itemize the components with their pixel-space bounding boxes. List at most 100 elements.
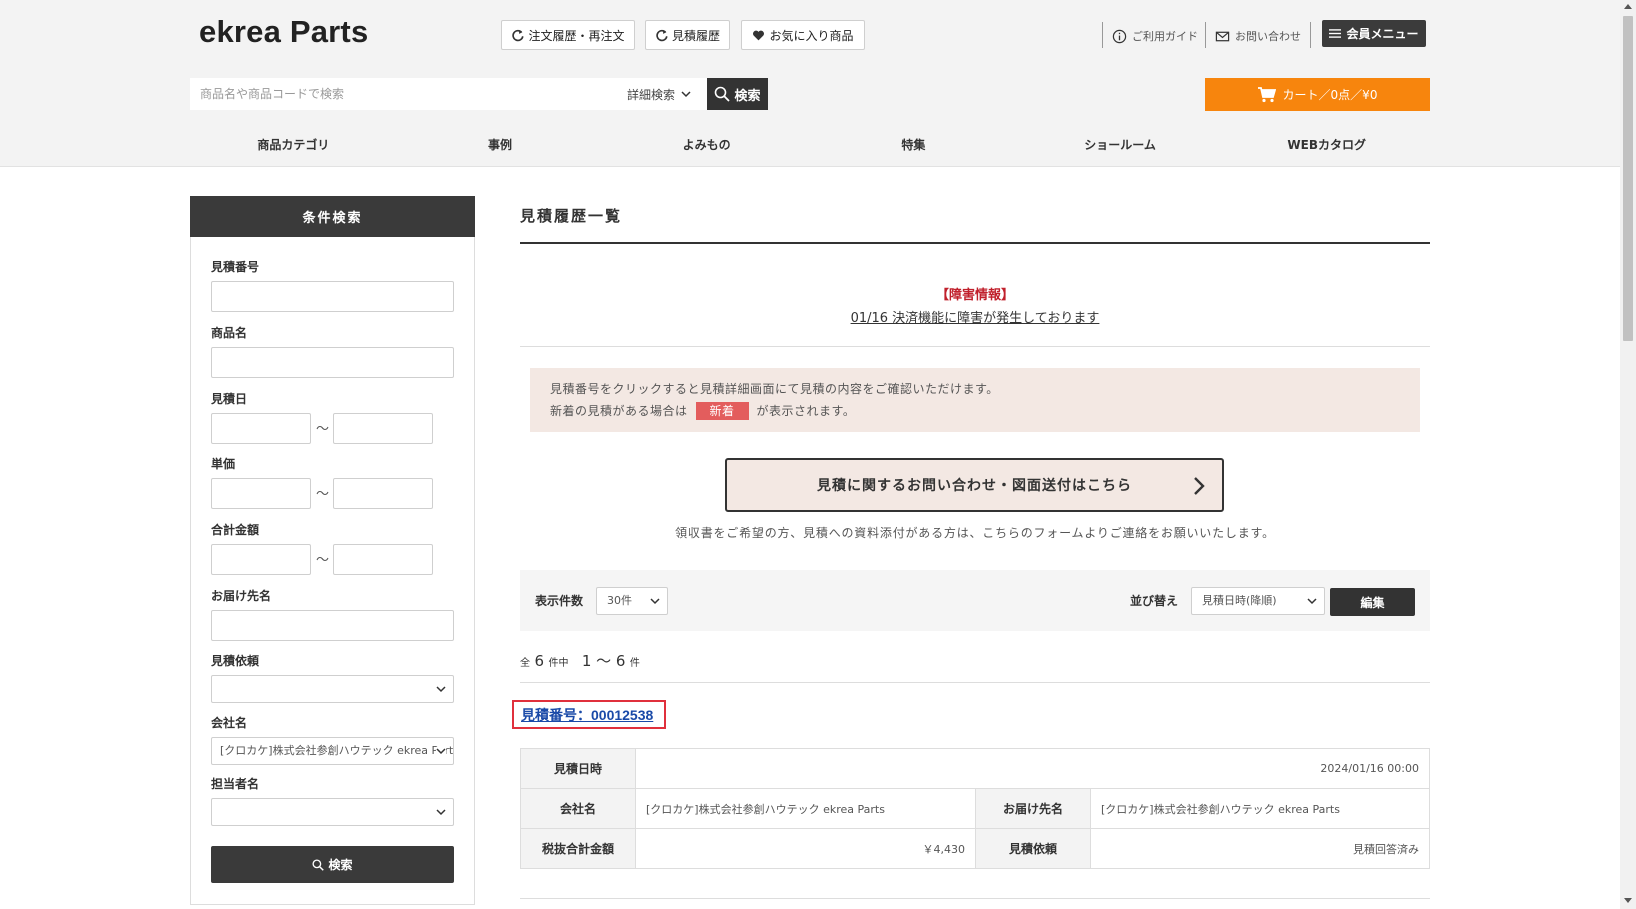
quote-history-button[interactable]: 見積履歴 xyxy=(645,20,730,50)
nav-item-cases[interactable]: 事例 xyxy=(397,130,604,160)
member-menu-label: 会員メニュー xyxy=(1346,27,1419,41)
refresh-icon xyxy=(656,29,668,41)
per-page-value: 30件 xyxy=(607,594,632,607)
guide-link[interactable]: ご利用ガイド xyxy=(1112,24,1198,48)
contact-note: 領収書をご希望の方、見積への資料添付がある方は、こちらのフォームよりご連絡をお願… xyxy=(675,526,1275,540)
count-range: 1 ～ 6 xyxy=(581,652,626,670)
order-history-label: 注文履歴・再注文 xyxy=(528,28,625,43)
chevron-down-icon xyxy=(436,686,446,693)
notice-line-2-post: が表示されます。 xyxy=(756,404,856,418)
nav-item-articles[interactable]: よみもの xyxy=(603,130,810,160)
contact-link[interactable]: お問い合わせ xyxy=(1215,24,1301,48)
favorites-button[interactable]: お気に入り商品 xyxy=(741,20,865,50)
nav-item-showroom[interactable]: ショールーム xyxy=(1017,130,1224,160)
quote-date-from-input[interactable] xyxy=(211,413,311,444)
sidebar-search-button[interactable]: 検索 xyxy=(211,846,454,883)
search-button[interactable]: 検索 xyxy=(707,78,768,110)
alert-link[interactable]: 01/16 決済機能に障害が発生しております xyxy=(520,307,1430,326)
site-header: ekrea Parts 注文履歴・再注文 見積履歴 お気に入り商品 ご利用ガイド… xyxy=(0,0,1620,167)
quote-table: 見積日時 2024/01/16 00:00 会社名 [クロカケ]株式会社参創ハウ… xyxy=(520,748,1430,869)
sidebar-search-label: 検索 xyxy=(328,858,353,872)
table-row: 見積日時 2024/01/16 00:00 xyxy=(520,748,1430,789)
cart-button[interactable]: カート／0点／¥0 xyxy=(1205,78,1430,111)
per-page-label: 表示件数 xyxy=(535,594,584,608)
member-menu-button[interactable]: 会員メニュー xyxy=(1322,20,1426,47)
cart-label: カート／0点／¥0 xyxy=(1282,88,1378,102)
delivery-header: お届け先名 xyxy=(975,788,1091,829)
person-name-label: 担当者名 xyxy=(211,777,260,791)
heart-icon xyxy=(753,30,765,40)
person-name-select[interactable] xyxy=(211,798,454,826)
company-name-label: 会社名 xyxy=(211,716,248,730)
range-tilde: ～ xyxy=(316,487,330,502)
edit-button[interactable]: 編集 xyxy=(1330,588,1415,616)
company-value: [クロカケ]株式会社参創ハウテック ekrea Parts xyxy=(635,788,976,829)
sidebar-title: 条件検索 xyxy=(190,196,475,237)
global-nav: 商品カテゴリ 事例 よみもの 特集 ショールーム WEBカタログ xyxy=(190,130,1430,160)
company-name-select[interactable]: [クロカケ]株式会社参創ハウテック ekrea Parts xyxy=(211,737,454,765)
nav-item-category[interactable]: 商品カテゴリ xyxy=(190,130,397,160)
divider xyxy=(520,682,1430,683)
cart-icon xyxy=(1257,86,1276,102)
total-amount-from-input[interactable] xyxy=(211,544,311,575)
title-divider xyxy=(520,242,1430,244)
search-icon xyxy=(312,858,325,871)
list-toolbar: 表示件数 30件 並び替え 見積日時(降順) 編集 xyxy=(520,570,1430,631)
quote-history-label: 見積履歴 xyxy=(671,28,720,43)
delivery-name-label: お届け先名 xyxy=(211,589,272,603)
product-name-input[interactable] xyxy=(211,347,454,378)
new-badge: 新着 xyxy=(695,402,749,420)
quote-date-to-input[interactable] xyxy=(333,413,433,444)
divider xyxy=(1102,22,1103,48)
subtotal-header: 税抜合計金額 xyxy=(520,828,636,869)
notice-line-2-pre: 新着の見積がある場合は xyxy=(550,404,688,418)
quote-contact-button[interactable]: 見積に関するお問い合わせ・図面送付はこちら xyxy=(725,458,1224,512)
total-amount-to-input[interactable] xyxy=(333,544,433,575)
count-range-suffix: 件 xyxy=(629,658,640,669)
scroll-down-arrow-icon[interactable] xyxy=(1624,898,1632,903)
subtotal-value: ￥4,430 xyxy=(635,828,976,869)
divider xyxy=(520,346,1430,347)
divider xyxy=(520,898,1430,899)
quote-request-select[interactable] xyxy=(211,675,454,703)
request-value: 見積回答済み xyxy=(1090,828,1430,869)
detail-search-dropdown[interactable]: 詳細検索 xyxy=(627,78,691,110)
page-title: 見積履歴一覧 xyxy=(520,207,623,225)
favorites-label: お気に入り商品 xyxy=(769,28,854,43)
per-page-select[interactable]: 30件 xyxy=(596,587,668,615)
nav-item-features[interactable]: 特集 xyxy=(810,130,1017,160)
unit-price-label: 単価 xyxy=(211,457,236,471)
quote-date-header: 見積日時 xyxy=(520,748,636,789)
unit-price-from-input[interactable] xyxy=(211,478,311,509)
company-header: 会社名 xyxy=(520,788,636,829)
quote-date-value: 2024/01/16 00:00 xyxy=(635,748,1430,789)
total-amount-label: 合計金額 xyxy=(211,523,260,537)
unit-price-to-input[interactable] xyxy=(333,478,433,509)
table-row: 税抜合計金額 ￥4,430 見積依頼 見積回答済み xyxy=(520,828,1430,869)
quote-contact-label: 見積に関するお問い合わせ・図面送付はこちら xyxy=(817,478,1132,494)
sort-select[interactable]: 見積日時(降順) xyxy=(1191,587,1325,615)
search-input[interactable] xyxy=(190,78,610,110)
delivery-name-input[interactable] xyxy=(211,610,454,641)
quote-date-label: 見積日 xyxy=(211,392,248,406)
contact-label: お問い合わせ xyxy=(1235,30,1301,43)
quote-number-label: 見積番号 xyxy=(211,260,260,274)
quote-number-link[interactable]: 見積番号：00012538 xyxy=(521,705,653,725)
quote-number-input[interactable] xyxy=(211,281,454,312)
scroll-up-arrow-icon[interactable] xyxy=(1624,4,1632,9)
chevron-down-icon xyxy=(681,91,691,98)
search-box: 詳細検索 xyxy=(190,78,707,110)
search-icon xyxy=(715,86,731,102)
site-logo[interactable]: ekrea Parts xyxy=(199,14,368,50)
result-count: 全 6 件中 1 ～ 6 件 xyxy=(520,650,640,671)
alert-tag: 【障害情報】 xyxy=(935,288,1014,303)
refresh-icon xyxy=(512,29,525,41)
nav-item-web-catalog[interactable]: WEBカタログ xyxy=(1223,130,1430,160)
notice-line-2: 新着の見積がある場合は 新着 が表示されます。 xyxy=(550,400,1400,422)
chevron-down-icon xyxy=(436,747,446,755)
scrollbar[interactable] xyxy=(1620,0,1636,909)
info-icon xyxy=(1112,29,1127,43)
order-history-button[interactable]: 注文履歴・再注文 xyxy=(501,20,635,50)
scrollbar-thumb[interactable] xyxy=(1623,16,1633,341)
request-header: 見積依頼 xyxy=(975,828,1091,869)
